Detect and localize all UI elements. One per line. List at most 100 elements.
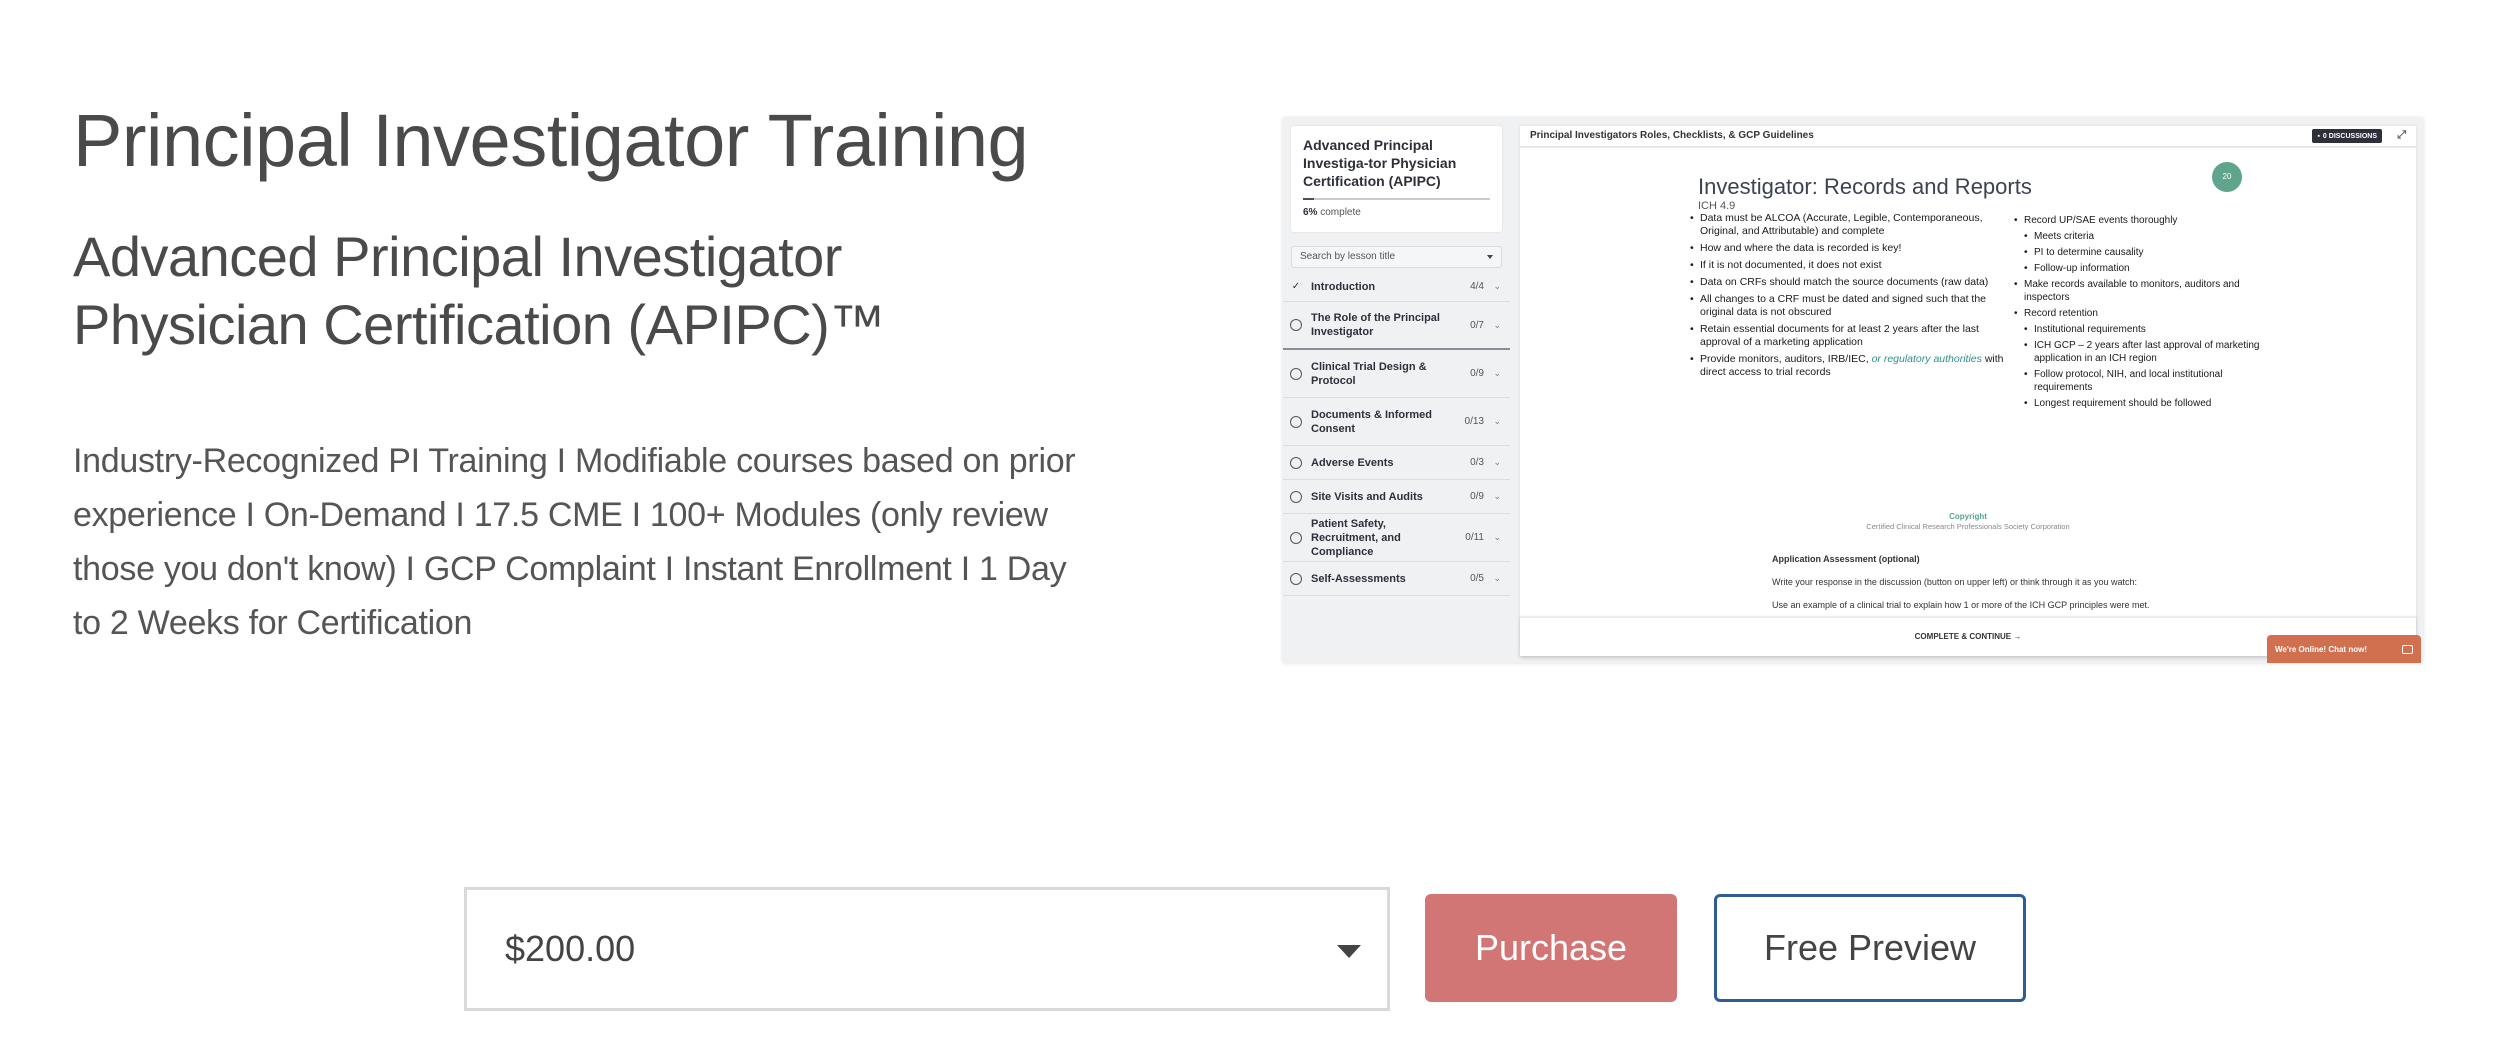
slide-bullet: Follow protocol, NIH, and local institut… bbox=[2024, 368, 2274, 394]
copyright-org: Certified Clinical Research Professional… bbox=[1866, 522, 2070, 531]
slide-bullet: Follow-up information bbox=[2024, 262, 2274, 275]
course-description: Industry-Recognized PI Training I Modifi… bbox=[73, 441, 1076, 642]
chapter-title: Adverse Events bbox=[1311, 456, 1394, 469]
progress-label: 6% complete bbox=[1303, 207, 1490, 218]
slide-bullet: Data must be ALCOA (Accurate, Legible, C… bbox=[1690, 212, 2010, 238]
chapter-title: Documents & Informed Consent bbox=[1311, 408, 1433, 435]
chapter-list: ✓ Introduction 4/4 ⌄ The Role of the Princip… bbox=[1283, 272, 1510, 596]
free-preview-button[interactable]: Free Preview bbox=[1714, 894, 2026, 1002]
slide-bullet: Longest requirement should be followed bbox=[2024, 397, 2274, 410]
comment-icon: ▪ bbox=[2317, 132, 2320, 140]
lesson-header: Principal Investigators Roles, Checklist… bbox=[1520, 126, 2416, 148]
chapter-title: Self-Assessments bbox=[1311, 572, 1406, 585]
course-subtitle: Advanced Principal Investigator Physicia… bbox=[73, 225, 885, 356]
chapter-title: Patient Safety, Recruitment, and Complia… bbox=[1311, 517, 1401, 558]
page-title: Principal Investigator Training bbox=[73, 99, 1029, 182]
caret-down-icon bbox=[1487, 255, 1493, 259]
progress-suffix: complete bbox=[1320, 207, 1361, 218]
chapter-title: The Role of the Principal Investigator bbox=[1311, 312, 1440, 338]
chapter-count: 0/13 bbox=[1464, 416, 1484, 427]
slide-bullet: Record retention bbox=[2014, 307, 2274, 320]
copyright-label: Copyright bbox=[1949, 512, 1987, 521]
course-card-title: Advanced Principal Investiga-tor Physici… bbox=[1303, 137, 1457, 189]
discussions-button[interactable]: ▪ 0 DISCUSSIONS bbox=[2312, 129, 2382, 143]
curriculum-sidebar: Advanced Principal Investiga-tor Physici… bbox=[1283, 118, 1510, 663]
slide-bullet: PI to determine causality bbox=[2024, 246, 2274, 259]
slide-badge: 20 bbox=[2212, 162, 2242, 192]
slide-bullet: All changes to a CRF must be dated and s… bbox=[1690, 293, 2010, 319]
chapter-count: 0/11 bbox=[1465, 532, 1484, 543]
chapter-item[interactable]: Patient Safety, Recruitment, and Complia… bbox=[1283, 514, 1510, 562]
chat-label: We're Online! Chat now! bbox=[2275, 644, 2367, 654]
circle-icon bbox=[1290, 490, 1302, 503]
progress-value: 6% bbox=[1303, 207, 1318, 218]
chat-widget[interactable]: We're Online! Chat now! bbox=[2267, 635, 2421, 663]
chapter-item[interactable]: Clinical Trial Design & Protocol 0/9 ⌄ bbox=[1283, 350, 1510, 398]
chevron-down-icon[interactable]: ⌄ bbox=[1493, 368, 1501, 379]
purchase-button[interactable]: Purchase bbox=[1425, 894, 1677, 1002]
application-assessment: Application Assessment (optional) Write … bbox=[1772, 554, 2150, 623]
circle-icon bbox=[1290, 572, 1302, 585]
chat-bubble-icon bbox=[2402, 644, 2413, 654]
price-select[interactable]: $200.00 bbox=[464, 887, 1390, 1011]
course-card: Advanced Principal Investiga-tor Physici… bbox=[1291, 126, 1502, 232]
slide-bullet: Data on CRFs should match the source doc… bbox=[1690, 276, 2010, 289]
chevron-down-icon[interactable]: ⌄ bbox=[1493, 532, 1501, 543]
slide-bullet: Make records available to monitors, audi… bbox=[2014, 278, 2274, 304]
chevron-down-icon[interactable]: ⌄ bbox=[1493, 320, 1501, 331]
chapter-title: Clinical Trial Design & Protocol bbox=[1311, 360, 1427, 387]
chapter-title: Site Visits and Audits bbox=[1311, 490, 1423, 503]
progress-bar-fill bbox=[1303, 198, 1315, 200]
bullet-text-highlight: or regulatory authorities bbox=[1871, 353, 1982, 365]
chapter-item[interactable]: Documents & Informed Consent 0/13 ⌄ bbox=[1283, 398, 1510, 446]
chapter-item[interactable]: Self-Assessments 0/5 ⌄ bbox=[1283, 562, 1510, 596]
circle-icon bbox=[1290, 415, 1302, 428]
lesson-slide: 20 Investigator: Records and Reports ICH… bbox=[1520, 150, 2416, 480]
chevron-down-icon[interactable]: ⌄ bbox=[1493, 281, 1501, 292]
lesson-content: Principal Investigators Roles, Checklist… bbox=[1520, 126, 2416, 656]
chapter-item[interactable]: ✓ Introduction 4/4 ⌄ bbox=[1283, 272, 1510, 302]
chapter-title: Introduction bbox=[1311, 280, 1376, 293]
chevron-down-icon[interactable]: ⌄ bbox=[1493, 416, 1501, 427]
slide-bullet: Institutional requirements bbox=[2024, 323, 2274, 336]
chapter-count: 0/9 bbox=[1470, 491, 1484, 502]
chapter-count: 0/9 bbox=[1470, 368, 1484, 379]
chapter-item[interactable]: Site Visits and Audits 0/9 ⌄ bbox=[1283, 480, 1510, 514]
slide-bullet: Record UP/SAE events thoroughly bbox=[2014, 214, 2274, 227]
chapter-item[interactable]: Adverse Events 0/3 ⌄ bbox=[1283, 446, 1510, 480]
assessment-line-2: Use an example of a clinical trial to ex… bbox=[1772, 600, 2150, 610]
slide-bullet: How and where the data is recorded is ke… bbox=[1690, 242, 2010, 255]
lesson-search-placeholder: Search by lesson title bbox=[1300, 251, 1396, 262]
chevron-down-icon[interactable]: ⌄ bbox=[1493, 457, 1501, 468]
circle-icon bbox=[1290, 531, 1302, 544]
circle-icon bbox=[1290, 367, 1302, 380]
slide-bullet: Meets criteria bbox=[2024, 230, 2274, 243]
progress-bar bbox=[1303, 198, 1490, 200]
expand-icon[interactable]: ⤢ bbox=[2397, 129, 2406, 142]
slide-bullet: Provide monitors, auditors, IRB/IEC, or … bbox=[1690, 353, 2010, 379]
chevron-down-icon[interactable]: ⌄ bbox=[1493, 491, 1501, 502]
slide-title: Investigator: Records and Reports bbox=[1698, 174, 2032, 199]
course-player-preview: Advanced Principal Investiga-tor Physici… bbox=[1283, 118, 2423, 663]
chapter-item[interactable]: The Role of the Principal Investigator 0/… bbox=[1283, 302, 1510, 350]
slide-bullet: Retain essential documents for at least … bbox=[1690, 323, 2010, 349]
circle-icon bbox=[1290, 319, 1302, 331]
chapter-count: 0/3 bbox=[1470, 457, 1484, 468]
assessment-line-1: Write your response in the discussion (b… bbox=[1772, 577, 2138, 587]
lesson-search-input[interactable]: Search by lesson title bbox=[1291, 246, 1502, 268]
chevron-down-icon[interactable]: ⌄ bbox=[1493, 573, 1501, 584]
caret-down-icon bbox=[1337, 945, 1361, 958]
slide-right-bullets: Record UP/SAE events thoroughly Meets cri… bbox=[2014, 214, 2274, 413]
bullet-text: Provide monitors, auditors, IRB/IEC, bbox=[1700, 353, 1869, 365]
chapter-count: 0/5 bbox=[1470, 573, 1484, 584]
lesson-title: Principal Investigators Roles, Checklist… bbox=[1530, 130, 1814, 141]
check-icon: ✓ bbox=[1291, 280, 1301, 292]
price-selected-value: $200.00 bbox=[505, 928, 636, 969]
circle-icon bbox=[1290, 456, 1302, 469]
chapter-count: 4/4 bbox=[1470, 281, 1484, 292]
slide-left-bullets: Data must be ALCOA (Accurate, Legible, C… bbox=[1690, 212, 2010, 383]
slide-bullet: If it is not documented, it does not exi… bbox=[1690, 259, 2010, 272]
slide-bullet: ICH GCP – 2 years after last approval of… bbox=[2024, 339, 2274, 365]
slide-subtitle: ICH 4.9 bbox=[1698, 200, 1736, 212]
assessment-heading: Application Assessment (optional) bbox=[1772, 554, 1920, 564]
